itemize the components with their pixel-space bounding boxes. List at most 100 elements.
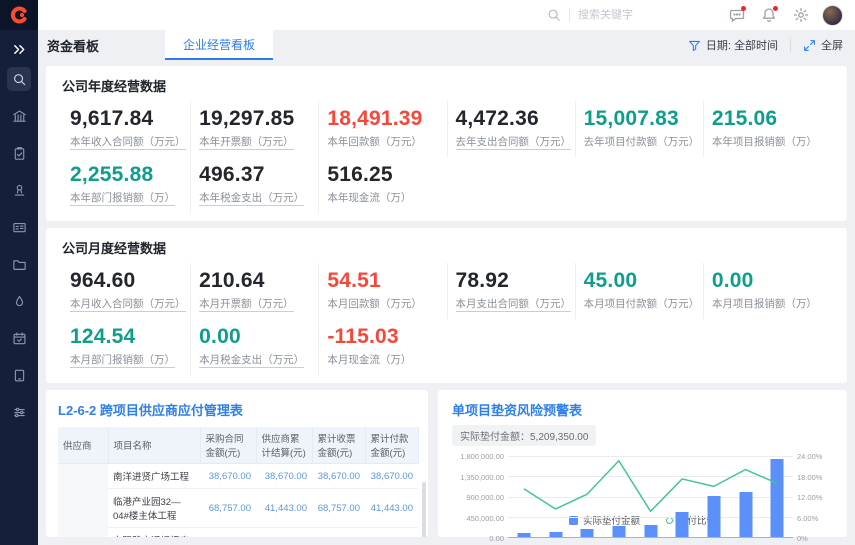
stamp-icon <box>12 183 27 198</box>
id-card-icon <box>12 220 27 235</box>
search-divider <box>569 8 570 22</box>
bank-icon <box>12 109 27 124</box>
kpi-label[interactable]: 本月开票额（万元） <box>199 296 314 311</box>
kpi-value: 18,491.39 <box>327 107 442 131</box>
sidebar-item-tablet[interactable] <box>7 363 31 387</box>
date-filter-button[interactable]: 日期: 全部时间 <box>688 37 778 53</box>
sidebar-item-droplet[interactable] <box>7 289 31 313</box>
sidebar-item-stamp[interactable] <box>7 178 31 202</box>
right-axis-tick: 18.00% <box>797 473 833 482</box>
left-axis-tick: 1,350,000.00 <box>452 473 504 482</box>
kpi-value: 964.60 <box>70 269 186 293</box>
kpi-label: 本年回款额（万元） <box>327 134 442 149</box>
kpi-label[interactable]: 本年税金支出（万元） <box>199 190 314 205</box>
sidebar-expand-button[interactable] <box>12 42 27 57</box>
sidebar-item-search[interactable] <box>7 67 31 91</box>
amount-cell: 41,443.00 <box>256 489 312 528</box>
supplier-name-cell: 西安云峰建材有限公司 <box>58 464 108 538</box>
kpi-value: 54.51 <box>327 269 442 293</box>
kpi-label: 本月项目付款额（万元） <box>584 296 699 311</box>
combo-chart: 1,800,000.00 24.00% 1,350,000.00 18.00% 900,… <box>452 448 833 511</box>
actual-advance-amount-badge: 实际垫付金额：5,209,350.00 <box>452 425 596 446</box>
search-input[interactable] <box>578 9 688 21</box>
kpi-value: 78.92 <box>456 269 571 293</box>
column-header: 项目名称 <box>108 427 200 464</box>
content-area: 公司年度经营数据 9,617.84本年收入合同额（万元）19,297.85本年开… <box>38 60 855 545</box>
tab-enterprise-dashboard[interactable]: 企业经营看板 <box>165 30 273 60</box>
messages-button[interactable] <box>726 4 748 26</box>
amount-cell: 41,443.00 <box>365 489 418 528</box>
kpi-item: -115.03本月现金流（万） <box>318 319 446 375</box>
kpi-label[interactable]: 本年部门报销额（万） <box>70 190 186 205</box>
kpi-value: 19,297.85 <box>199 107 314 131</box>
kpi-label[interactable]: 本年收入合同额（万元） <box>70 134 186 149</box>
table-row: 西安云峰建材有限公司南洋进贤广场工程38,670.0038,670.0038,6… <box>58 464 418 489</box>
search-icon <box>12 72 27 87</box>
kpi-item: 4,472.36去年支出合同额（万元） <box>447 101 575 157</box>
sidebar-item-sliders[interactable] <box>7 400 31 424</box>
kpi-label: 本月现金流（万） <box>327 352 442 367</box>
kpi-item: 15,007.83去年项目付款额（万元） <box>575 101 703 157</box>
app-root: 资金看板 企业经营看板 日期: 全部时间 全屏 <box>0 0 855 545</box>
kpi-item: 9,617.84本年收入合同额（万元） <box>62 101 190 157</box>
kpi-item: 124.54本月部门报销额（万） <box>62 319 190 375</box>
kpi-item: 0.00本月项目报销额（万） <box>703 263 831 319</box>
table-body: 西安云峰建材有限公司南洋进贤广场工程38,670.0038,670.0038,6… <box>58 464 418 538</box>
calendar-check-icon <box>12 331 27 346</box>
column-header: 采购合同金额(元) <box>200 427 256 464</box>
sidebar-item-clipboard-check[interactable] <box>7 141 31 165</box>
amount-cell: 68,757.00 <box>312 489 365 528</box>
kpi-value: 0.00 <box>712 269 827 293</box>
table-row: 临港产业园32—04#楼主体工程68,757.0041,443.0068,757… <box>58 489 418 528</box>
kpi-label: 本年项目报销额（万） <box>712 134 827 149</box>
column-header: 累计付款金额(元) <box>365 427 418 464</box>
sidebar-item-folder[interactable] <box>7 252 31 276</box>
kpi-value: 210.64 <box>199 269 314 293</box>
user-avatar[interactable] <box>822 5 843 26</box>
folder-icon <box>12 257 27 272</box>
sidebar <box>0 0 38 545</box>
kpi-label[interactable]: 本月支出合同额（万元） <box>456 296 571 311</box>
kpi-item: 54.51本月回款额（万元） <box>318 263 446 319</box>
annual-kpi-grid: 9,617.84本年收入合同额（万元） 19,297.85 本年开票额（万元） 18,… <box>62 101 831 213</box>
kpi-label[interactable]: 本月部门报销额（万） <box>70 352 186 367</box>
sliders-icon <box>12 405 27 420</box>
kpi-item: 964.60 本月收入合同额（万元） <box>62 263 190 319</box>
settings-button[interactable] <box>790 4 812 26</box>
global-search <box>547 8 688 22</box>
kpi-label[interactable]: 本月收入合同额（万元） <box>70 296 186 311</box>
kpi-label[interactable]: 本月税金支出（万元） <box>199 352 314 367</box>
right-axis-tick: 24.00% <box>797 452 833 461</box>
amount-cell: 68,757.00 <box>200 489 256 528</box>
sidebar-item-bank[interactable] <box>7 104 31 128</box>
kpi-label[interactable]: 本年开票额（万元） <box>199 134 314 149</box>
table-header: 供应商项目名称采购合同金额(元)供应商累计结算(元)累计收票金额(元)累计付款金… <box>58 427 418 464</box>
sidebar-item-calendar-check[interactable] <box>7 326 31 350</box>
message-badge-dot <box>741 6 746 11</box>
search-icon[interactable] <box>547 8 561 22</box>
notifications-button[interactable] <box>758 4 780 26</box>
left-axis-tick: 900,000.00 <box>452 493 504 502</box>
fullscreen-label: 全屏 <box>821 37 843 53</box>
chart-title: 单项目垫资风险预警表 <box>452 400 833 419</box>
supplier-table-title: L2-6-2 跨项目供应商应付管理表 <box>58 400 416 419</box>
amount-cell: 38,670.00 <box>200 464 256 489</box>
left-axis-tick: 0.00 <box>452 534 504 543</box>
kpi-label: 去年项目付款额（万元） <box>584 134 699 149</box>
kpi-item: 516.25本年现金流（万） <box>318 157 446 213</box>
app-logo[interactable] <box>0 0 38 30</box>
project-name-cell: 南洋进贤广场工程 <box>108 464 200 489</box>
fullscreen-button[interactable]: 全屏 <box>803 37 843 53</box>
kpi-label[interactable]: 去年支出合同额（万元） <box>456 134 571 149</box>
kpi-value: 215.06 <box>712 107 827 131</box>
funnel-filter-icon <box>688 39 701 52</box>
gear-icon <box>793 7 809 23</box>
amount-cell: 13,290.29 <box>256 528 312 538</box>
top-header <box>38 0 855 30</box>
bottom-row: L2-6-2 跨项目供应商应付管理表 供应商项目名称采购合同金额(元)供应商累计… <box>46 390 847 537</box>
right-axis-tick: 6.00% <box>797 514 833 523</box>
kpi-value: 0.00 <box>199 325 314 349</box>
sidebar-item-id-card[interactable] <box>7 215 31 239</box>
table-scrollbar[interactable] <box>422 482 426 537</box>
left-axis-tick: 1,800,000.00 <box>452 452 504 461</box>
